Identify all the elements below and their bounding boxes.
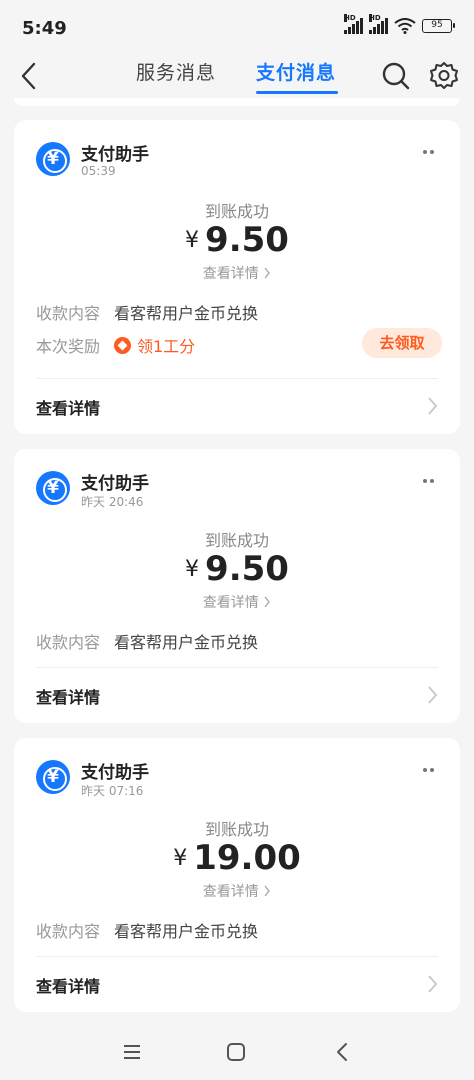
wifi-icon [394,18,416,34]
sender-name: 支付助手 [81,763,149,783]
search-icon [382,62,410,90]
status-icons: HD HD 95 [344,14,455,34]
tab-service-messages[interactable]: 服务消息 [136,58,216,85]
view-details-row[interactable]: 查看详情 [14,668,460,722]
top-nav: 服务消息 支付消息 [0,56,474,104]
currency-symbol: ¥ [185,557,200,582]
view-details-link[interactable]: 查看详情 [14,263,460,283]
yuan-logo-icon: ¥ [36,471,70,505]
sender-name: 支付助手 [81,474,149,494]
claim-reward-button[interactable]: 去领取 [362,328,442,358]
message-card: ¥ 支付助手 昨天 07:16 到账成功 ¥19.00 查看详情 收款内容 看客… [14,738,460,1012]
status-bar: 5:49 HD HD 95 [0,0,474,56]
view-details-link[interactable]: 查看详情 [14,592,460,612]
sender-name: 支付助手 [81,145,149,165]
message-card: ¥ 支付助手 05:39 到账成功 ¥9.50 查看详情 收款内容 看客帮用户金… [14,120,460,434]
amount-value: 9.50 [205,220,289,260]
field-label-content: 收款内容 [36,633,101,652]
message-time: 05:39 [81,164,116,178]
back-nav-icon [337,1043,347,1061]
view-details-footer-label: 查看详情 [36,977,101,996]
field-label-content: 收款内容 [36,922,101,941]
field-label-content: 收款内容 [36,304,101,323]
view-details-footer-label: 查看详情 [36,399,101,418]
recent-apps-button[interactable] [118,1038,146,1066]
reward-info: 领1工分 [114,333,195,357]
yuan-logo-icon: ¥ [36,142,70,176]
chevron-right-icon [264,885,271,897]
system-back-button[interactable] [328,1038,356,1066]
payment-amount: ¥9.50 [14,220,460,260]
message-time: 昨天 20:46 [81,495,144,509]
payment-amount: ¥19.00 [14,838,460,878]
currency-symbol: ¥ [173,846,188,871]
status-time: 5:49 [22,18,67,39]
field-label-reward: 本次奖励 [36,337,101,356]
reward-text: 领1工分 [137,337,196,356]
chevron-right-icon [428,686,438,704]
more-icon[interactable] [416,473,440,489]
view-details-label: 查看详情 [202,595,259,611]
home-icon [227,1043,245,1061]
gear-icon [430,62,458,89]
signal-icon: HD [344,14,363,34]
message-time: 昨天 07:16 [81,784,144,798]
chevron-right-icon [264,596,271,608]
menu-icon [124,1045,140,1059]
payment-status: 到账成功 [204,202,269,221]
currency-symbol: ¥ [185,228,200,253]
amount-value: 19.00 [193,838,301,878]
payment-status: 到账成功 [204,531,269,550]
view-details-footer-label: 查看详情 [36,688,101,707]
more-icon[interactable] [416,144,440,160]
back-button[interactable] [14,58,46,94]
payment-status: 到账成功 [204,820,269,839]
active-tab-indicator [256,91,338,94]
view-details-row[interactable]: 查看详情 [14,957,460,1011]
view-details-link[interactable]: 查看详情 [14,881,460,901]
field-value-content: 看客帮用户金币兑换 [114,922,259,941]
view-details-row[interactable]: 查看详情 [14,379,460,433]
reward-icon [114,336,131,354]
yuan-logo-icon: ¥ [36,760,70,794]
chevron-right-icon [264,267,271,279]
system-nav-bar [0,1022,474,1080]
chevron-right-icon [428,975,438,993]
message-card: ¥ 支付助手 昨天 20:46 到账成功 ¥9.50 查看详情 收款内容 看客帮… [14,449,460,723]
tab-payment-messages[interactable]: 支付消息 [256,58,336,85]
battery-icon: 95 [422,19,455,33]
view-details-label: 查看详情 [202,266,259,282]
view-details-label: 查看详情 [202,884,259,900]
settings-button[interactable] [428,60,460,92]
search-button[interactable] [380,60,412,92]
chevron-right-icon [428,397,438,415]
field-value-content: 看客帮用户金币兑换 [114,633,259,652]
amount-value: 9.50 [205,549,289,589]
more-icon[interactable] [416,762,440,778]
back-icon [21,62,36,90]
home-button[interactable] [222,1038,250,1066]
signal-icon-2: HD [369,14,388,34]
payment-amount: ¥9.50 [14,549,460,589]
field-value-content: 看客帮用户金币兑换 [114,304,259,323]
previous-card-edge [14,98,460,106]
